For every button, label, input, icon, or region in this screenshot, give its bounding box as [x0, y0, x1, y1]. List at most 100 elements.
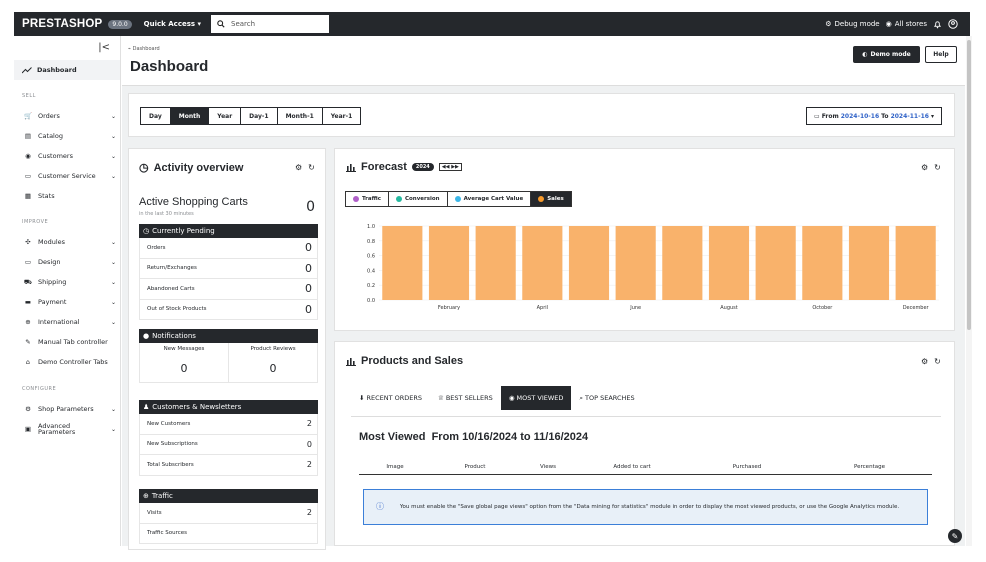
list-item[interactable]: Out of Stock Products 0 — [139, 299, 318, 320]
tab-label: MOST VIEWED — [516, 394, 564, 402]
page-title: Dashboard — [130, 58, 209, 75]
active-carts-sub: in the last 30 minutes — [139, 211, 194, 217]
row-value: 2 — [306, 460, 312, 470]
product-reviews-value: 0 — [269, 362, 277, 375]
bar-february[interactable] — [428, 226, 470, 300]
collapse-sidebar-icon[interactable]: |< — [98, 42, 110, 53]
sidebar-item-payment[interactable]: ▬ Payment ⌄ — [22, 295, 116, 309]
page-scrollbar[interactable] — [966, 36, 972, 546]
legend-average-cart-value[interactable]: Average Cart Value — [446, 191, 532, 207]
config-icon[interactable]: ⚙ — [921, 357, 928, 366]
bar-september[interactable] — [755, 226, 796, 300]
sidebar-item-customers[interactable]: ◉ Customers ⌄ — [22, 149, 116, 163]
tab-most-viewed[interactable]: ◉ MOST VIEWED — [500, 386, 572, 410]
period-button-day[interactable]: Day — [140, 107, 171, 125]
list-item[interactable]: Traffic Sources — [139, 523, 318, 544]
bell-icon[interactable] — [933, 20, 942, 29]
legend-conversion[interactable]: Conversion — [387, 191, 448, 207]
period-button-day-1[interactable]: Day-1 — [240, 107, 278, 125]
sidebar-item-orders[interactable]: 🛒 Orders ⌄ — [22, 109, 116, 123]
sidebar-item-dashboard[interactable]: Dashboard — [14, 60, 120, 80]
config-icon[interactable]: ⚙ — [921, 163, 928, 172]
list-item[interactable]: Total Subscribers 2 — [139, 455, 318, 476]
sidebar-item-demo-controller-tabs[interactable]: ⌂ Demo Controller Tabs — [22, 355, 116, 369]
period-button-month[interactable]: Month — [169, 107, 210, 125]
sidebar-item-shipping[interactable]: ⛟ Shipping ⌄ — [22, 275, 116, 289]
bar-november[interactable] — [848, 226, 890, 300]
debug-toolbar-icon[interactable]: ✎ — [948, 529, 962, 543]
quick-access-button[interactable]: Quick Access ▾ — [144, 20, 201, 28]
sidebar-item-label: Advanced Parameters — [38, 421, 76, 436]
list-item[interactable]: Visits 2 — [139, 503, 318, 524]
globe-icon: ⊕ — [25, 318, 31, 326]
row-label: Total Subscribers — [147, 461, 194, 468]
help-button[interactable]: Help — [925, 46, 957, 63]
sidebar-item-shop-parameters[interactable]: ⚙ Shop Parameters ⌄ — [22, 402, 116, 416]
period-button-month-1[interactable]: Month-1 — [276, 107, 323, 125]
bar-march[interactable] — [475, 226, 516, 300]
account-icon[interactable] — [948, 19, 958, 29]
y-tick-label: 0.8 — [367, 239, 375, 245]
all-stores-button[interactable]: ◉ All stores — [886, 20, 927, 28]
config-icon[interactable]: ⚙ — [295, 163, 302, 172]
date-range-picker[interactable]: ▭ From 2024-10-16 To 2024-11-16 ▾ — [806, 107, 942, 125]
traffic-header: ⊕ Traffic — [139, 489, 318, 503]
list-item[interactable]: New Subscriptions 0 — [139, 434, 318, 455]
search-input[interactable]: Search — [211, 15, 329, 33]
bar-april[interactable] — [522, 226, 563, 300]
refresh-icon[interactable]: ↻ — [308, 163, 315, 172]
sidebar-item-customer-service[interactable]: ▭ Customer Service ⌄ — [22, 169, 116, 183]
sidebar-section-sell: SELL — [22, 93, 36, 99]
debug-mode-button[interactable]: ⚙ Debug mode — [825, 20, 879, 28]
bar-july[interactable] — [662, 226, 703, 300]
sidebar-item-advanced-parameters[interactable]: ▣ Advanced Parameters ⌄ — [22, 422, 116, 436]
tab-top-searches[interactable]: ⌕ TOP SEARCHES — [571, 386, 642, 410]
sidebar-item-label: Orders — [38, 112, 60, 120]
row-value: 0 — [306, 439, 312, 449]
row-label: Orders — [147, 244, 166, 251]
bar-december[interactable] — [895, 226, 936, 300]
sidebar-item-manual-tab-controller[interactable]: ✎ Manual Tab controller — [22, 335, 116, 349]
most-viewed-section: Most Viewed From 10/16/2024 to 11/16/202… — [351, 416, 941, 545]
product-reviews-cell[interactable]: Product Reviews 0 — [229, 343, 317, 382]
bar-january[interactable] — [382, 226, 423, 300]
logo[interactable]: PRESTASHOP — [22, 18, 102, 30]
tab-recent-orders[interactable]: ⬇ RECENT ORDERS — [351, 386, 430, 410]
sidebar-item-catalog[interactable]: ▤ Catalog ⌄ — [22, 129, 116, 143]
sidebar-item-design[interactable]: ▭ Design ⌄ — [22, 255, 116, 269]
info-alert-text: You must enable the "Save global page vi… — [399, 503, 900, 510]
list-item[interactable]: New Customers 2 — [139, 414, 318, 435]
chevron-down-icon: ⌄ — [110, 238, 116, 246]
bar-june[interactable] — [615, 226, 656, 300]
list-item[interactable]: Abandoned Carts 0 — [139, 279, 318, 300]
chevron-down-icon: ⌄ — [110, 405, 116, 413]
bar-may[interactable] — [568, 226, 610, 300]
sidebar-item-modules[interactable]: ✣ Modules ⌄ — [22, 235, 116, 249]
puzzle-icon: ✣ — [25, 238, 31, 246]
chat-icon: ▭ — [24, 172, 32, 180]
legend-traffic[interactable]: Traffic — [345, 191, 389, 207]
sidebar-item-label: Manual Tab controller — [38, 338, 108, 346]
list-item[interactable]: Return/Exchanges 0 — [139, 258, 318, 279]
period-button-year[interactable]: Year — [208, 107, 242, 125]
new-messages-cell[interactable]: New Messages 0 — [140, 343, 229, 382]
breadcrumb[interactable]: ⌁ Dashboard — [128, 46, 160, 52]
scrollbar-thumb[interactable] — [967, 40, 971, 330]
refresh-icon[interactable]: ↻ — [934, 163, 941, 172]
column-header: Product — [464, 463, 486, 470]
demo-mode-button[interactable]: ◐ Demo mode — [853, 46, 920, 63]
most-viewed-table-header: Image Product Views Added to cart Purchased P… — [359, 459, 932, 475]
bar-august[interactable] — [708, 226, 750, 300]
tab-best-sellers[interactable]: ♕ BEST SELLERS — [430, 386, 501, 410]
sidebar-item-stats[interactable]: ▦ Stats — [22, 189, 116, 203]
period-button-year-1[interactable]: Year-1 — [321, 107, 362, 125]
list-item[interactable]: Orders 0 — [139, 238, 318, 259]
year-nav-button[interactable]: ◀◀ ▶▶ — [438, 163, 462, 171]
sidebar-item-international[interactable]: ⊕ International ⌄ — [22, 315, 116, 329]
bar-october[interactable] — [802, 226, 843, 300]
refresh-icon[interactable]: ↻ — [934, 357, 941, 366]
notifications-panel: New Messages 0 Product Reviews 0 — [139, 343, 318, 383]
clock-icon: ◷ — [139, 162, 149, 174]
download-icon: ⬇ — [359, 394, 365, 402]
legend-sales[interactable]: Sales — [530, 191, 572, 207]
